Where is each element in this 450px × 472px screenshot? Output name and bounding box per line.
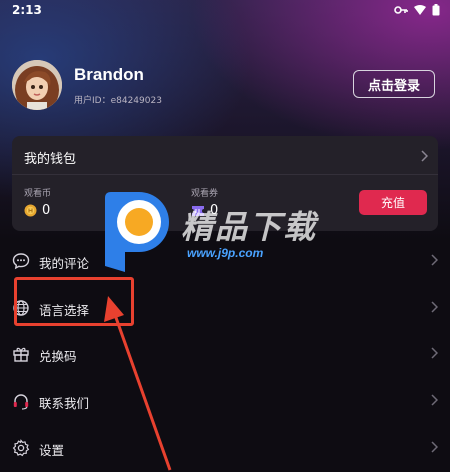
status-bar: 2:13 — [0, 0, 450, 22]
avatar[interactable] — [12, 60, 62, 110]
wallet-divider — [12, 174, 438, 175]
chevron-right-icon — [431, 301, 438, 313]
watermark-text: 精品下载 — [181, 208, 318, 246]
key-icon — [394, 6, 408, 14]
battery-icon — [432, 4, 440, 16]
menu-item-label: 设置 — [39, 443, 65, 458]
headset-icon — [13, 394, 29, 410]
status-time: 2:13 — [12, 3, 42, 17]
username: Brandon — [74, 65, 144, 84]
menu-item-contact-us[interactable]: 联系我们 — [0, 380, 450, 424]
login-button[interactable]: 点击登录 — [353, 70, 435, 98]
gift-icon — [13, 347, 29, 362]
menu-item-settings[interactable]: 设置 — [0, 427, 450, 471]
menu-item-label: 联系我们 — [39, 396, 90, 411]
avatar-image — [12, 60, 62, 110]
chevron-right-icon — [431, 347, 438, 359]
coins-value: 0 — [42, 203, 51, 218]
menu-item-label: 我的评论 — [39, 256, 90, 271]
watermark-url: www.j9p.com — [187, 246, 264, 260]
comment-icon — [12, 253, 30, 270]
coin-icon — [24, 204, 37, 217]
menu-item-redeem-code[interactable]: 兑换码 — [0, 333, 450, 377]
chevron-right-icon — [431, 441, 438, 453]
chevron-right-icon — [421, 150, 428, 162]
gear-icon — [12, 439, 30, 457]
coins-label: 观看币 — [24, 189, 52, 199]
watermark: 精品下载 www.j9p.com — [99, 190, 359, 274]
highlight-box — [14, 277, 134, 326]
wallet-title: 我的钱包 — [24, 152, 77, 167]
menu-item-label: 兑换码 — [39, 349, 77, 364]
chevron-right-icon — [431, 254, 438, 266]
coins-balance: 0 — [24, 203, 50, 218]
user-id: 用户ID：e84249023 — [74, 96, 162, 106]
status-icons — [394, 4, 440, 16]
chevron-right-icon — [431, 394, 438, 406]
recharge-button[interactable]: 充值 — [359, 190, 427, 215]
watermark-logo-icon — [105, 192, 169, 272]
wifi-icon — [414, 5, 426, 15]
